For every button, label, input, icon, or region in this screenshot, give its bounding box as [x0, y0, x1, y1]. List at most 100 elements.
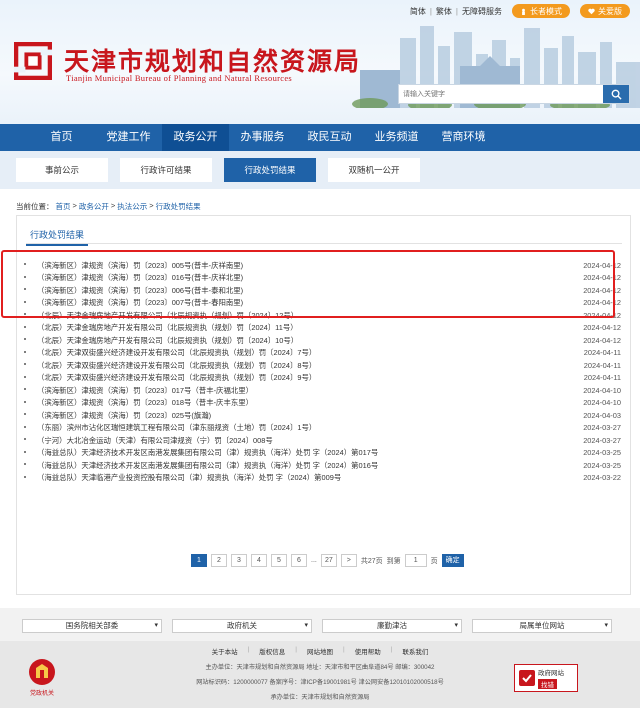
list-item[interactable]: （海益总队）天津临港产业投资控股有限公司（津）规资执（海洋）处罚 字（2024）…	[17, 472, 630, 485]
page-go-button[interactable]: 确定	[441, 554, 464, 567]
tab-license-results[interactable]: 行政许可结果	[120, 158, 212, 182]
top-utility-bar: 简体 | 繁体 | 无障碍服务 长者模式 关爱版	[410, 4, 630, 18]
nav-item-business-environment[interactable]: 营商环境	[430, 124, 497, 151]
tab-penalty-results[interactable]: 行政处罚结果	[224, 158, 316, 182]
breadcrumb-current[interactable]: 行政处罚结果	[156, 201, 201, 212]
item-title[interactable]: （滨海新区）津规资（滨海）罚〔2023〕007号(普丰-春阳南里)	[37, 297, 243, 308]
footer-link-help[interactable]: 使用帮助	[355, 646, 381, 656]
item-title[interactable]: （滨海新区）津规资（滨海）罚〔2023〕005号(普丰-庆祥南里)	[37, 260, 243, 271]
list-item[interactable]: （滨海新区）津规资（滨海）罚〔2023〕017号（普丰-庆福北里） 2024-04…	[17, 384, 630, 397]
traditional-chinese-link[interactable]: 繁体	[436, 6, 452, 17]
page-button-last[interactable]: 27	[320, 554, 337, 567]
list-item[interactable]: （滨海新区）津规资（滨海）罚〔2023〕025号(旗瀚) 2024-04-03	[17, 409, 630, 422]
select-government-agencies[interactable]: 政府机关 ▾	[172, 619, 312, 633]
item-title[interactable]: （东丽）滨州市沾化区瑞恒建筑工程有限公司（津东丽规资（土地）罚〔2024〕1号）	[37, 422, 316, 433]
page-button-5[interactable]: 5	[271, 554, 287, 567]
item-title[interactable]: （海益总队）天津经济技术开发区南港发展集团有限公司（津）规资执（海洋）处罚 字（…	[37, 447, 378, 458]
page-button-4[interactable]: 4	[251, 554, 267, 567]
select-state-council-ministries[interactable]: 国务院相关部委 ▾	[22, 619, 162, 633]
item-title[interactable]: （海益总队）天津临港产业投资控股有限公司（津）规资执（海洋）处罚 字（2024）…	[37, 472, 341, 483]
breadcrumb-gov-affairs[interactable]: 政务公开	[79, 201, 109, 212]
footer-link-sitemap[interactable]: 网站地图	[307, 646, 333, 656]
next-page-button[interactable]: >	[340, 554, 357, 567]
item-date: 2024-04-12	[583, 323, 621, 333]
tab-random-inspection[interactable]: 双随机一公开	[328, 158, 420, 182]
breadcrumb-enforcement[interactable]: 执法公示	[117, 201, 147, 212]
bullet-icon	[24, 325, 26, 328]
item-title[interactable]: （北辰）天津双街盛兴经济建设开发有限公司（北辰规资执（规划）罚〔2024〕9号）	[37, 372, 316, 383]
item-title[interactable]: （滨海新区）津规资（滨海）罚〔2023〕018号（普丰-庆丰东里）	[37, 397, 253, 408]
list-item[interactable]: （北辰）天津双街盛兴经济建设开发有限公司（北辰规资执（规划）罚〔2024〕8号）…	[17, 359, 630, 372]
care-version-button[interactable]: 关爱版	[580, 4, 630, 18]
footer-link-about[interactable]: 关于本站	[212, 646, 238, 656]
search-button[interactable]	[603, 85, 629, 103]
page-button-2[interactable]: 2	[211, 554, 227, 567]
simplified-chinese-link[interactable]: 简体	[410, 6, 426, 17]
list-item[interactable]: （滨海新区）津规资（滨海）罚〔2023〕016号(普丰-庆祥北里) 2024-04…	[17, 272, 630, 285]
list-item[interactable]: （东丽）滨州市沾化区瑞恒建筑工程有限公司（津东丽规资（土地）罚〔2024〕1号）…	[17, 422, 630, 435]
page-jump-input[interactable]: 1	[404, 554, 427, 567]
nav-item-interaction[interactable]: 政民互动	[296, 124, 363, 151]
item-title[interactable]: （滨海新区）津规资（滨海）罚〔2023〕016号(普丰-庆祥北里)	[37, 272, 243, 283]
item-title[interactable]: （滨海新区）津规资（滨海）罚〔2023〕006号(普丰-泰和北里)	[37, 285, 243, 296]
select-subordinate-sites[interactable]: 局属单位网站 ▾	[472, 619, 612, 633]
list-item[interactable]: （海益总队）天津经济技术开发区南港发展集团有限公司（津）规资执（海洋）处罚 字（…	[17, 447, 630, 460]
site-subtitle: Tianjin Municipal Bureau of Planning and…	[66, 73, 293, 83]
list-item[interactable]: （北辰）天津金瑞房地产开发有限公司（北辰规资执（规划）罚〔2024〕10号） 20…	[17, 334, 630, 347]
total-pages-text: 共27页	[360, 557, 383, 565]
heart-icon	[588, 8, 595, 14]
list-item[interactable]: （海益总队）天津经济技术开发区南港发展集团有限公司（津）规资执（海洋）处罚 字（…	[17, 459, 630, 472]
item-title[interactable]: （宁河）大北冶金运动（天津）有限公司津规资（宁）罚〔2024〕008号	[37, 435, 273, 446]
bullet-icon	[24, 338, 26, 340]
nav-item-home[interactable]: 首页	[28, 124, 95, 151]
item-date: 2024-03-25	[583, 448, 621, 458]
list-item[interactable]: （滨海新区）津规资（滨海）罚〔2023〕018号（普丰-庆丰东里） 2024-04…	[17, 397, 630, 410]
find-error-label: 找错	[538, 679, 557, 689]
bullet-icon	[24, 363, 26, 365]
party-government-badge[interactable]: 党政机关	[28, 658, 56, 698]
list-item[interactable]: （北辰）天津双街盛兴经济建设开发有限公司（北辰规资执（规划）罚〔2024〕9号）…	[17, 372, 630, 385]
nav-item-government-affairs[interactable]: 政务公开	[162, 124, 229, 151]
footer-link-contact[interactable]: 联系我们	[402, 646, 428, 656]
item-date: 2024-03-25	[583, 460, 621, 470]
elder-mode-button[interactable]: 长者模式	[512, 4, 570, 18]
panel-divider	[26, 243, 622, 244]
page-button-1[interactable]: 1	[191, 554, 207, 567]
item-title[interactable]: （北辰）天津双街盛兴经济建设开发有限公司（北辰规资执（规划）罚〔2024〕7号）	[37, 347, 316, 358]
list-item[interactable]: （滨海新区）津规资（滨海）罚〔2023〕007号(普丰-春阳南里) 2024-04…	[17, 297, 630, 310]
list-item[interactable]: （滨海新区）津规资（滨海）罚〔2023〕006号(普丰-泰和北里) 2024-04…	[17, 284, 630, 297]
item-title[interactable]: （北辰）天津金瑞房地产开发有限公司（北辰规资执（规划）罚〔2024〕10号）	[37, 335, 298, 346]
item-title[interactable]: （海益总队）天津经济技术开发区南港发展集团有限公司（津）规资执（海洋）处罚 字（…	[37, 460, 378, 471]
error-report-text: 政府网站 找错	[538, 667, 564, 689]
nav-item-party-building[interactable]: 党建工作	[95, 124, 162, 151]
item-title[interactable]: （北辰）天津金瑞房地产开发有限公司（北辰规资执（规划）罚〔2024〕12号）	[37, 310, 298, 321]
breadcrumb-separator: >	[149, 201, 154, 210]
footer-maintainer-info: 承办单位：天津市规划和自然资源局	[270, 694, 370, 701]
accessibility-link[interactable]: 无障碍服务	[462, 6, 502, 17]
search-input[interactable]	[399, 85, 599, 103]
list-item[interactable]: （宁河）大北冶金运动（天津）有限公司津规资（宁）罚〔2024〕008号 2024-…	[17, 434, 630, 447]
item-title[interactable]: （滨海新区）津规资（滨海）罚〔2023〕025号(旗瀚)	[37, 410, 211, 421]
page-button-3[interactable]: 3	[231, 554, 247, 567]
footer-link-copyright[interactable]: 版权信息	[259, 646, 285, 656]
breadcrumb-home[interactable]: 首页	[56, 201, 71, 212]
list-item[interactable]: （北辰）天津金瑞房地产开发有限公司（北辰规资执（规划）罚〔2024〕11号） 20…	[17, 322, 630, 335]
item-title[interactable]: （滨海新区）津规资（滨海）罚〔2023〕017号（普丰-庆福北里）	[37, 385, 253, 396]
select-integrity-tianjin[interactable]: 廉勤津沽 ▾	[322, 619, 462, 633]
select-label: 局属单位网站	[519, 621, 565, 630]
nav-item-business-channel[interactable]: 业务频道	[363, 124, 430, 151]
item-title[interactable]: （北辰）天津金瑞房地产开发有限公司（北辰规资执（规划）罚〔2024〕11号）	[37, 322, 298, 333]
page-button-6[interactable]: 6	[291, 554, 307, 567]
page-unit-label: 页	[430, 557, 438, 565]
list-item[interactable]: （北辰）天津双街盛兴经济建设开发有限公司（北辰规资执（规划）罚〔2024〕7号）…	[17, 347, 630, 360]
tab-pre-announcement[interactable]: 事前公示	[16, 158, 108, 182]
item-date: 2024-03-27	[583, 435, 621, 445]
list-item[interactable]: （北辰）天津金瑞房地产开发有限公司（北辰规资执（规划）罚〔2024〕12号） 20…	[17, 309, 630, 322]
gov-website-error-report-badge[interactable]: 政府网站 找错	[514, 664, 578, 692]
bullet-icon	[24, 413, 26, 415]
elder-mode-label: 长者模式	[530, 6, 562, 16]
nav-item-services[interactable]: 办事服务	[229, 124, 296, 151]
list-item[interactable]: （滨海新区）津规资（滨海）罚〔2023〕005号(普丰-庆祥南里) 2024-04…	[17, 259, 630, 272]
item-title[interactable]: （北辰）天津双街盛兴经济建设开发有限公司（北辰规资执（规划）罚〔2024〕8号）	[37, 360, 316, 371]
item-date: 2024-04-12	[583, 285, 621, 295]
